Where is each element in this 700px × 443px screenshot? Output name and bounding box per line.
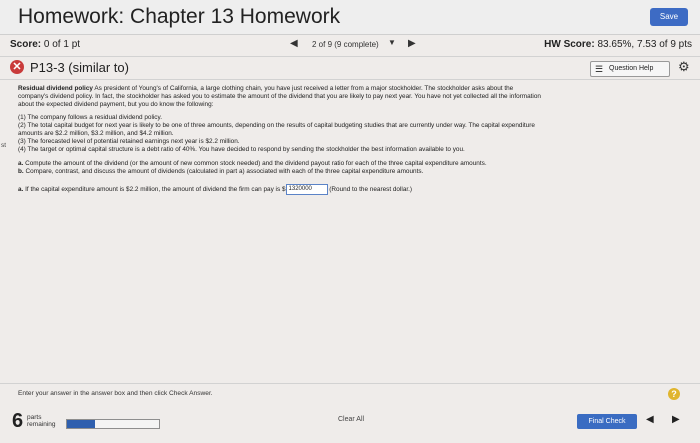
list-item: (1) The company follows a residual divid…: [18, 114, 162, 121]
remaining-label: remaining: [27, 421, 56, 428]
list-item: (2) The total capital budget for next ye…: [18, 122, 535, 129]
final-check-button[interactable]: Final Check: [577, 414, 637, 429]
gear-icon[interactable]: ⚙: [678, 59, 690, 75]
hw-score-label: HW Score:: [544, 39, 595, 50]
page-title: Homework: Chapter 13 Homework: [18, 5, 341, 28]
facts-list: (1) The company follows a residual divid…: [18, 114, 683, 154]
list-item: amounts are $2.2 million, $3.2 million, …: [18, 130, 174, 137]
answer-hint: Enter your answer in the answer box and …: [18, 390, 213, 397]
previous-question-icon[interactable]: ◀: [646, 414, 654, 425]
question-help-label: Question Help: [609, 65, 654, 72]
answer-prefix: If the capital expenditure amount is $2.…: [23, 186, 286, 194]
tasks: a. Compute the amount of the dividend (o…: [18, 160, 683, 176]
save-button[interactable]: Save: [650, 8, 688, 26]
answer-line: a. If the capital expenditure amount is …: [18, 184, 683, 195]
answer-suffix: (Round to the nearest dollar.): [327, 186, 413, 194]
score-label: Score:: [10, 39, 42, 50]
intro-bold: Residual dividend policy: [18, 85, 93, 92]
footer-divider: [0, 383, 700, 384]
progress-bar: [66, 419, 160, 429]
hw-score: HW Score: 83.65%, 7.53 of 9 pts: [544, 39, 692, 50]
task-b-text: Compare, contrast, and discuss the amoun…: [23, 168, 424, 175]
chevron-down-icon[interactable]: ▼: [388, 38, 396, 47]
task-a-text: Compute the amount of the dividend (or t…: [23, 160, 487, 167]
title-bar: Homework: Chapter 13 Homework Save: [0, 0, 700, 35]
list-item: (3) The forecasted level of potential re…: [18, 138, 240, 145]
problem-content: Residual dividend policy As president of…: [18, 85, 683, 195]
intro-line-1: As president of Young's of California, a…: [92, 85, 514, 92]
score-bar: Score: 0 of 1 pt ◀ 2 of 9 (9 complete) ▼…: [0, 34, 700, 57]
question-position: 2 of 9 (9 complete): [312, 40, 379, 49]
help-question-icon[interactable]: ?: [668, 388, 680, 400]
hw-score-value: 83.65%, 7.53 of 9 pts: [597, 39, 692, 50]
task-b: b. Compare, contrast, and discuss the am…: [18, 168, 683, 176]
intro-line-3: about the expected dividend payment, but…: [18, 101, 214, 108]
question-navigator: ◀ 2 of 9 (9 complete) ▼ ▶: [290, 38, 420, 52]
problem-bar: ✕ P13-3 (similar to) ☰ Question Help ⚙: [0, 57, 700, 80]
list-item: (4) The target or optimal capital struct…: [18, 146, 465, 153]
intro-line-2: company's dividend policy. In fact, the …: [18, 93, 541, 100]
parts-remaining-count: 6: [12, 410, 24, 432]
next-question-icon[interactable]: ▶: [672, 414, 680, 425]
clear-all-button[interactable]: Clear All: [338, 416, 364, 423]
incorrect-x-icon: ✕: [10, 60, 24, 74]
previous-question-icon[interactable]: ◀: [290, 38, 298, 49]
task-a: a. Compute the amount of the dividend (o…: [18, 160, 683, 168]
dividend-answer-input[interactable]: 1320000: [285, 184, 328, 195]
homework-page: Homework: Chapter 13 Homework Save Score…: [0, 0, 700, 443]
intro-paragraph: Residual dividend policy As president of…: [18, 85, 683, 109]
score-value: 0 of 1 pt: [43, 39, 81, 50]
parts-remaining-label: parts remaining: [27, 414, 56, 428]
list-icon: ☰: [595, 64, 604, 74]
next-question-icon[interactable]: ▶: [408, 38, 416, 49]
score: Score: 0 of 1 pt: [10, 39, 80, 50]
progress-fill: [67, 420, 95, 428]
parts-label: parts: [27, 414, 42, 421]
question-help-button[interactable]: ☰ Question Help: [590, 61, 670, 77]
side-mark: st: [1, 142, 6, 149]
problem-title: P13-3 (similar to): [30, 60, 129, 75]
